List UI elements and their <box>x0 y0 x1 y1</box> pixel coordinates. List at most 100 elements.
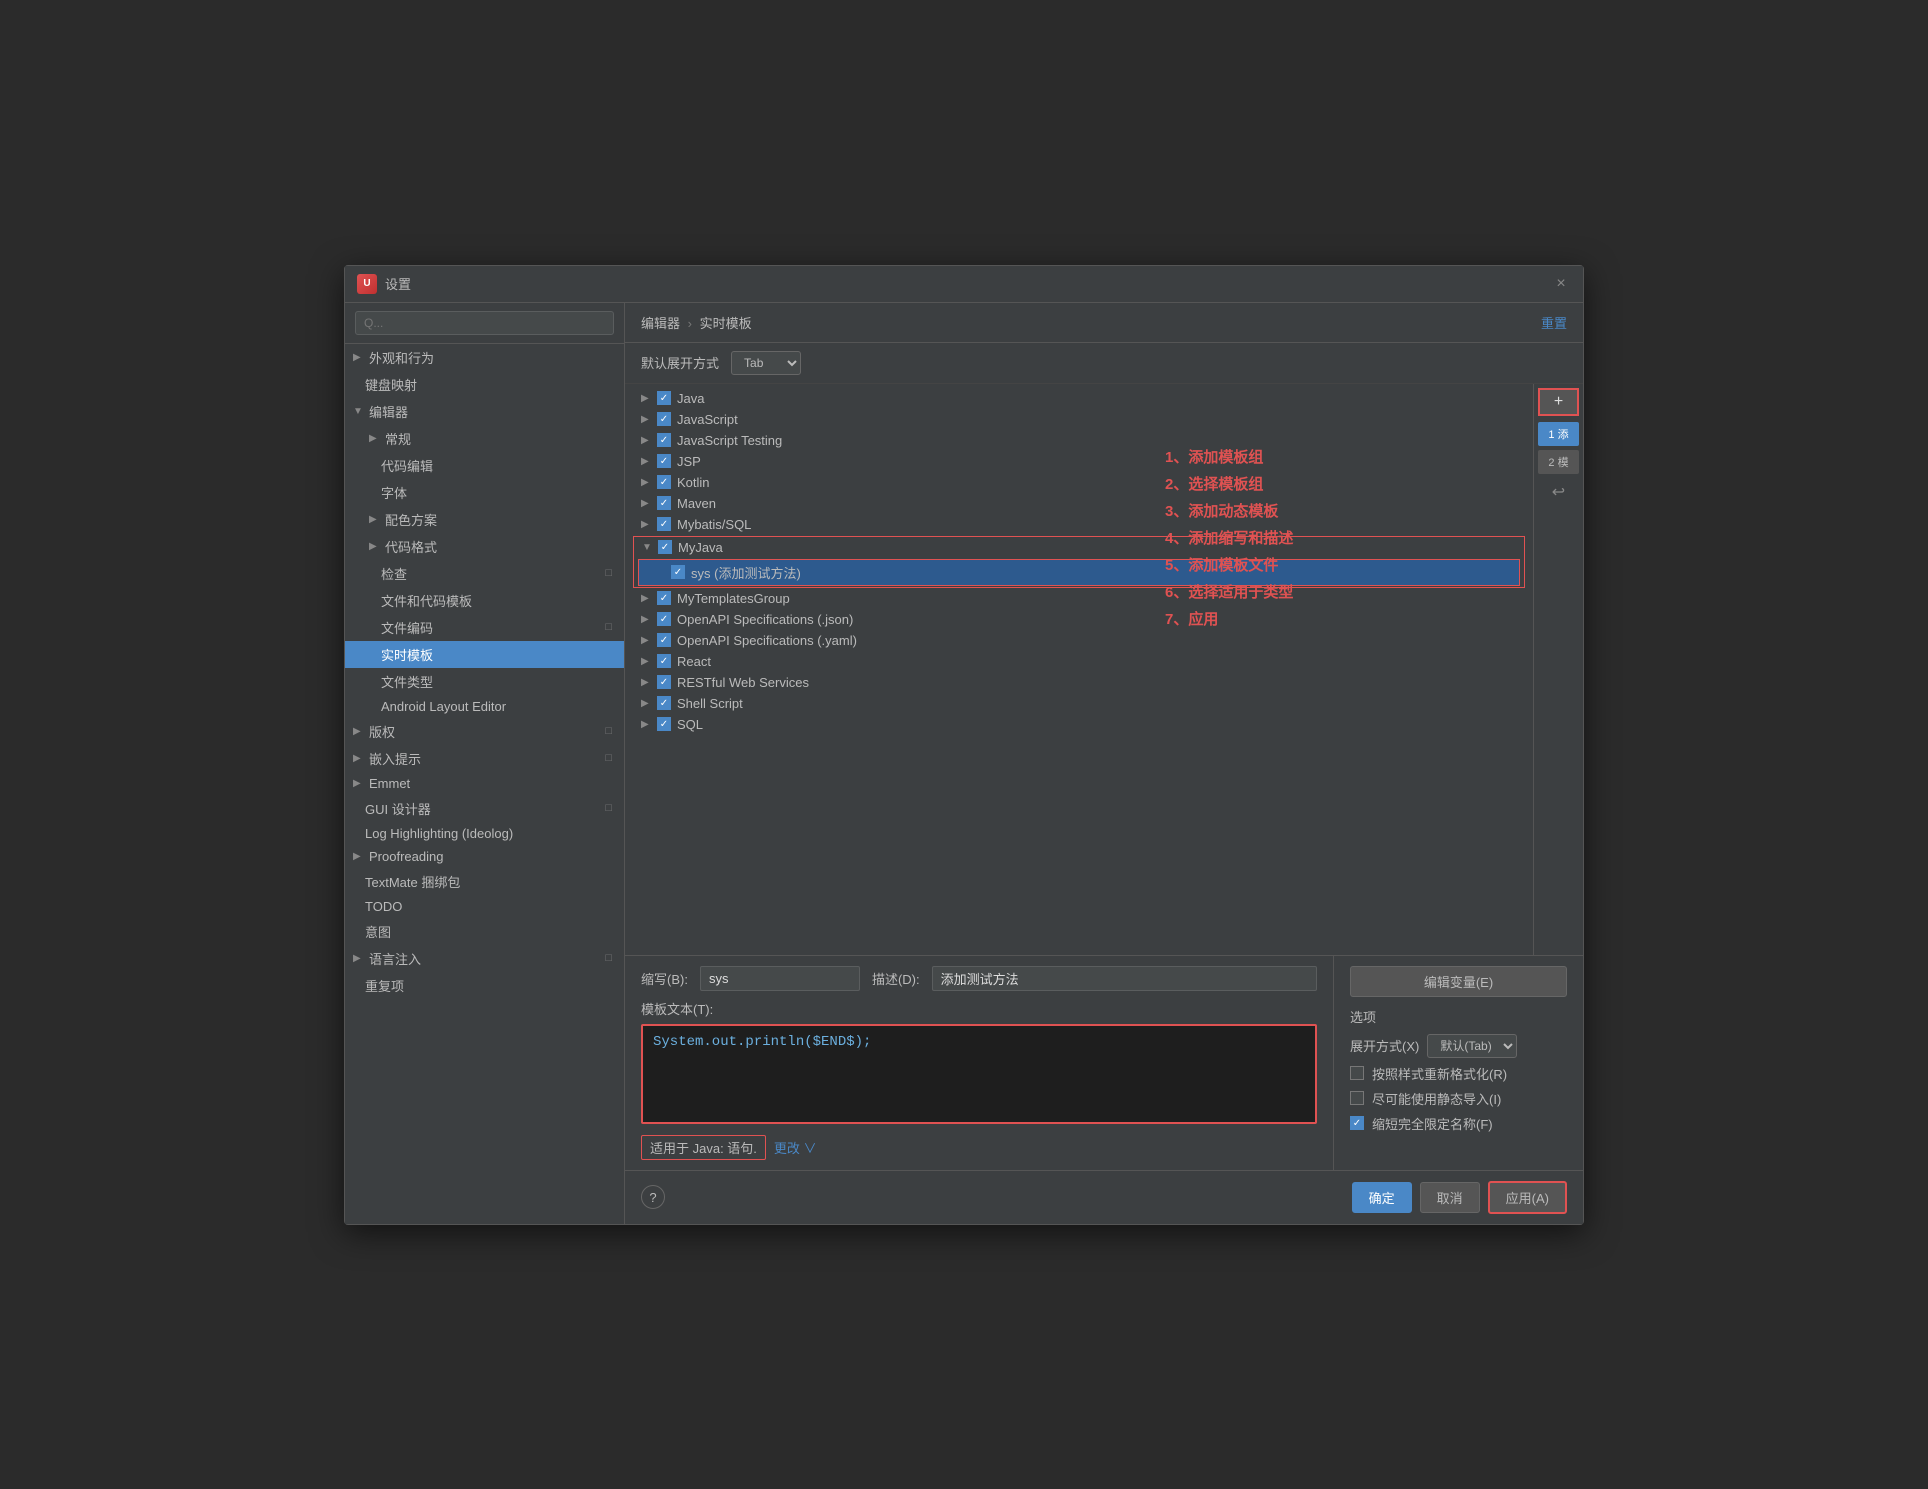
checkbox-javascript[interactable] <box>657 412 671 426</box>
undo-button[interactable]: ↩ <box>1534 480 1583 504</box>
checkbox-restful[interactable] <box>657 675 671 689</box>
sidebar-item-android-layout[interactable]: Android Layout Editor <box>345 695 624 718</box>
sidebar-item-reset-items[interactable]: 重复项 <box>345 972 624 999</box>
tpl-group-openapi-yaml[interactable]: ▶ OpenAPI Specifications (.yaml) <box>625 630 1533 651</box>
settings-dialog: U 设置 × ▶ 外观和行为 键盘映射 ▼ <box>344 265 1584 1225</box>
sidebar-item-textmate[interactable]: TextMate 捆绑包 <box>345 868 624 895</box>
tpl-group-sql[interactable]: ▶ SQL <box>625 714 1533 735</box>
sidebar-item-copyright[interactable]: ▶ 版权 □ <box>345 718 624 745</box>
change-link[interactable]: 更改 ∨ <box>774 1138 817 1157</box>
sidebar-item-code-editing[interactable]: 代码编辑 <box>345 452 624 479</box>
sidebar-label: 代码格式 <box>385 537 437 556</box>
action-btn-2[interactable]: 2 模 <box>1538 450 1579 474</box>
desc-input[interactable] <box>932 966 1317 991</box>
tpl-group-kotlin[interactable]: ▶ Kotlin <box>625 472 1533 493</box>
tpl-group-js-testing[interactable]: ▶ JavaScript Testing <box>625 430 1533 451</box>
edit-variables-button[interactable]: 编辑变量(E) <box>1350 966 1567 997</box>
tpl-group-jsp[interactable]: ▶ JSP <box>625 451 1533 472</box>
app-icon: U <box>357 274 377 294</box>
tpl-group-javascript[interactable]: ▶ JavaScript <box>625 409 1533 430</box>
checkbox-kotlin[interactable] <box>657 475 671 489</box>
checkbox-react[interactable] <box>657 654 671 668</box>
tpl-group-mybatis[interactable]: ▶ Mybatis/SQL <box>625 514 1533 535</box>
sidebar-item-file-encoding[interactable]: 文件编码 □ <box>345 614 624 641</box>
sidebar-item-inlay-hints[interactable]: ▶ 嵌入提示 □ <box>345 745 624 772</box>
sidebar-item-proofreading[interactable]: ▶ Proofreading <box>345 845 624 868</box>
checkbox-sql[interactable] <box>657 717 671 731</box>
help-button[interactable]: ? <box>641 1185 665 1209</box>
chevron-icon: ▶ <box>369 514 381 525</box>
tpl-group-react[interactable]: ▶ React <box>625 651 1533 672</box>
abbr-input[interactable] <box>700 966 860 991</box>
sidebar-item-keymap[interactable]: 键盘映射 <box>345 371 624 398</box>
group-label: Mybatis/SQL <box>677 517 751 532</box>
sidebar-label: 常规 <box>385 429 411 448</box>
sidebar-item-file-types[interactable]: 文件类型 <box>345 668 624 695</box>
checkbox-openapi-yaml[interactable] <box>657 633 671 647</box>
tpl-item-sys[interactable]: sys (添加测试方法) <box>638 559 1520 586</box>
sidebar-label: 实时模板 <box>381 645 433 664</box>
sidebar-label: 检查 <box>381 564 407 583</box>
sidebar-item-live-templates[interactable]: 实时模板 <box>345 641 624 668</box>
tpl-group-mytemplates[interactable]: ▶ MyTemplatesGroup <box>625 588 1533 609</box>
checkbox-java[interactable] <box>657 391 671 405</box>
sidebar-item-font[interactable]: 字体 <box>345 479 624 506</box>
group-label: RESTful Web Services <box>677 675 809 690</box>
search-input[interactable] <box>355 311 614 335</box>
checkbox-myjava[interactable] <box>658 540 672 554</box>
sidebar-item-appearance[interactable]: ▶ 外观和行为 <box>345 344 624 371</box>
tpl-group-openapi-json[interactable]: ▶ OpenAPI Specifications (.json) <box>625 609 1533 630</box>
item-label: sys (添加测试方法) <box>691 563 801 582</box>
chevron-icon: ▶ <box>353 753 365 764</box>
sidebar-item-emmet[interactable]: ▶ Emmet <box>345 772 624 795</box>
checkbox-mytemplates[interactable] <box>657 591 671 605</box>
checkbox-js-testing[interactable] <box>657 433 671 447</box>
sidebar-item-gui-designer[interactable]: GUI 设计器 □ <box>345 795 624 822</box>
add-button[interactable]: + <box>1538 388 1579 416</box>
sidebar-item-inspections[interactable]: 检查 □ <box>345 560 624 587</box>
checkbox-shell[interactable] <box>657 696 671 710</box>
checkbox-maven[interactable] <box>657 496 671 510</box>
tpl-group-myjava[interactable]: ▼ MyJava <box>634 537 1524 558</box>
sidebar-item-file-templates[interactable]: 文件和代码模板 <box>345 587 624 614</box>
expand-x-select[interactable]: 默认(Tab) <box>1427 1034 1517 1058</box>
group-label: OpenAPI Specifications (.json) <box>677 612 853 627</box>
sidebar-item-code-style[interactable]: ▶ 代码格式 <box>345 533 624 560</box>
expand-select[interactable]: Tab <box>731 351 801 375</box>
chevron-icon: ▶ <box>641 498 655 509</box>
sidebar-item-todo[interactable]: TODO <box>345 895 624 918</box>
tpl-group-restful[interactable]: ▶ RESTful Web Services <box>625 672 1533 693</box>
close-button[interactable]: × <box>1551 274 1571 294</box>
sidebar-label: TextMate 捆绑包 <box>365 872 460 891</box>
action-btn-1[interactable]: 1 添 <box>1538 422 1579 446</box>
sidebar-item-general[interactable]: ▶ 常规 <box>345 425 624 452</box>
group-label: Kotlin <box>677 475 710 490</box>
checkbox-mybatis[interactable] <box>657 517 671 531</box>
template-text-area[interactable]: System.out.println($END$); <box>641 1024 1317 1124</box>
chevron-icon: ▶ <box>641 614 655 625</box>
sidebar-item-color-scheme[interactable]: ▶ 配色方案 <box>345 506 624 533</box>
checkbox-openapi-json[interactable] <box>657 612 671 626</box>
opt-reformat-checkbox[interactable] <box>1350 1066 1364 1080</box>
title-bar-left: U 设置 <box>357 274 411 294</box>
opt-static-checkbox[interactable] <box>1350 1091 1364 1105</box>
sidebar-item-editor[interactable]: ▼ 编辑器 <box>345 398 624 425</box>
ok-button[interactable]: 确定 <box>1352 1182 1412 1213</box>
checkbox-sys[interactable] <box>671 565 685 579</box>
chevron-icon: ▶ <box>353 851 365 862</box>
sidebar-item-intention[interactable]: 意图 <box>345 918 624 945</box>
sidebar-label: Android Layout Editor <box>381 699 506 714</box>
checkbox-jsp[interactable] <box>657 454 671 468</box>
apply-button[interactable]: 应用(A) <box>1488 1181 1567 1214</box>
tpl-group-java[interactable]: ▶ Java <box>625 388 1533 409</box>
sidebar-item-log-highlighting[interactable]: Log Highlighting (Ideolog) <box>345 822 624 845</box>
tpl-group-maven[interactable]: ▶ Maven <box>625 493 1533 514</box>
sidebar-label: 文件编码 <box>381 618 433 637</box>
tpl-group-shell[interactable]: ▶ Shell Script <box>625 693 1533 714</box>
opt-shorten-checkbox[interactable] <box>1350 1116 1364 1130</box>
reset-link[interactable]: 重置 <box>1541 313 1567 332</box>
sidebar-item-lang-injection[interactable]: ▶ 语言注入 □ <box>345 945 624 972</box>
dialog-body: ▶ 外观和行为 键盘映射 ▼ 编辑器 ▶ 常规 <box>345 303 1583 1224</box>
cancel-button[interactable]: 取消 <box>1420 1182 1480 1213</box>
sidebar: ▶ 外观和行为 键盘映射 ▼ 编辑器 ▶ 常规 <box>345 303 625 1224</box>
